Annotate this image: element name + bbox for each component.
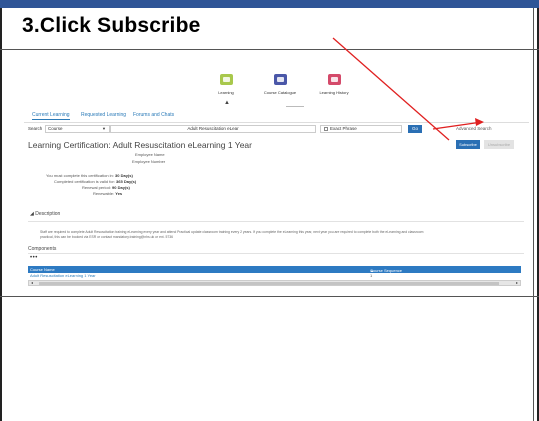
page-title: Learning Certification: Adult Resuscitat… xyxy=(28,140,252,150)
course-sequence-cell: 1 xyxy=(370,273,373,278)
field-value: 30 xyxy=(115,173,120,178)
advanced-search-link[interactable]: Advanced Search xyxy=(456,126,492,131)
search-bar: Search Course ▼ Adult Resuscitation eLea… xyxy=(28,125,528,134)
description-toggle[interactable]: ◢ Description xyxy=(30,211,60,217)
scroll-left-icon[interactable]: ◂ xyxy=(31,280,33,285)
divider xyxy=(28,253,524,254)
tab-requested-learning[interactable]: Requested Learning xyxy=(81,112,126,118)
checkbox-icon xyxy=(324,126,328,131)
horizontal-scrollbar[interactable]: ◂ ▸ xyxy=(28,280,521,286)
app-label: Learning History xyxy=(319,90,349,95)
tab-current-learning[interactable]: Current Learning xyxy=(32,112,70,120)
table-header: Course Name Course Sequence ▲ xyxy=(28,266,521,273)
page-header: Learning Certification: Adult Resuscitat… xyxy=(28,140,528,152)
divider xyxy=(0,296,539,297)
app-label: Course Catalogue xyxy=(263,90,297,95)
go-button[interactable]: Go xyxy=(408,125,422,133)
divider xyxy=(533,8,534,421)
description-heading: Description xyxy=(35,211,61,217)
divider xyxy=(0,49,539,50)
learning-icon xyxy=(219,74,233,85)
description-line: practical, this can be booked via ESR or… xyxy=(40,235,174,239)
field-value: 365 xyxy=(116,179,123,184)
field-label: Renewable: xyxy=(93,191,115,196)
field-unit: Day(s) xyxy=(120,173,133,178)
field-label: Renewal period: xyxy=(82,185,111,190)
field-unit: Day(s) xyxy=(117,185,130,190)
scrollbar-thumb[interactable] xyxy=(39,282,499,285)
search-label: Search xyxy=(28,126,43,131)
table-row[interactable]: Adult Resuscitation eLearning 1 Year 1 xyxy=(28,273,521,279)
scroll-right-icon[interactable]: ▸ xyxy=(516,280,518,285)
unsubscribe-button[interactable]: Unsubscribe xyxy=(484,140,514,149)
exact-phrase-label: Exact Phrase xyxy=(330,126,357,131)
field-value: Yes xyxy=(115,191,123,196)
divider xyxy=(28,221,524,222)
field-valid-for: Completed certification is valid for: 36… xyxy=(54,179,136,184)
catalogue-icon xyxy=(273,74,287,85)
employee-number-label: Employee Number xyxy=(132,159,166,164)
field-renewable: Renewable: Yes xyxy=(93,191,122,196)
components-heading: Components xyxy=(28,246,57,252)
description-text: Staff are required to complete Adult Res… xyxy=(40,230,510,240)
course-name-link[interactable]: Adult Resuscitation eLearning 1 Year xyxy=(30,273,96,278)
employee-name-label: Employee Name xyxy=(135,152,165,157)
divider xyxy=(286,106,304,107)
app-course-catalogue[interactable]: Course Catalogue xyxy=(250,74,310,95)
subscribe-button[interactable]: Subscribe xyxy=(456,140,480,149)
field-renewal-period: Renewal period: 90 Day(s) xyxy=(82,185,130,190)
app-screenshot: Learning Course Catalogue Learning Histo… xyxy=(24,72,529,290)
tab-forums-and-chats[interactable]: Forums and Chats xyxy=(133,112,174,118)
step-heading: 3.Click Subscribe xyxy=(22,14,201,37)
column-header-course-name[interactable]: Course Name xyxy=(30,267,55,272)
app-launcher: Learning Course Catalogue Learning Histo… xyxy=(24,72,529,112)
field-value: 90 xyxy=(112,185,117,190)
app-learning[interactable]: Learning xyxy=(196,74,256,95)
caret-down-icon: ◢ xyxy=(30,211,34,217)
app-label: Learning xyxy=(218,90,234,95)
field-label: You must complete this certification in: xyxy=(46,173,114,178)
chevron-down-icon: ▼ xyxy=(102,126,106,131)
search-scope-select[interactable]: Course ▼ xyxy=(45,125,110,133)
exact-phrase-checkbox[interactable]: Exact Phrase xyxy=(320,125,402,133)
field-label: Completed certification is valid for: xyxy=(54,179,115,184)
field-complete-in: You must complete this certification in:… xyxy=(46,173,133,178)
more-options-icon[interactable]: ••• xyxy=(30,255,38,261)
search-scope-value: Course xyxy=(48,126,63,131)
app-learning-history[interactable]: Learning History xyxy=(304,74,364,95)
slide-top-bar xyxy=(0,0,539,8)
history-icon xyxy=(327,74,341,85)
field-unit: Day(s) xyxy=(123,179,137,184)
divider xyxy=(24,122,529,123)
components-table: Course Name Course Sequence ▲ Adult Resu… xyxy=(28,266,521,286)
caret-up-icon: ▲ xyxy=(224,100,230,106)
search-input[interactable]: Adult Resuscitation eLear xyxy=(110,125,316,133)
